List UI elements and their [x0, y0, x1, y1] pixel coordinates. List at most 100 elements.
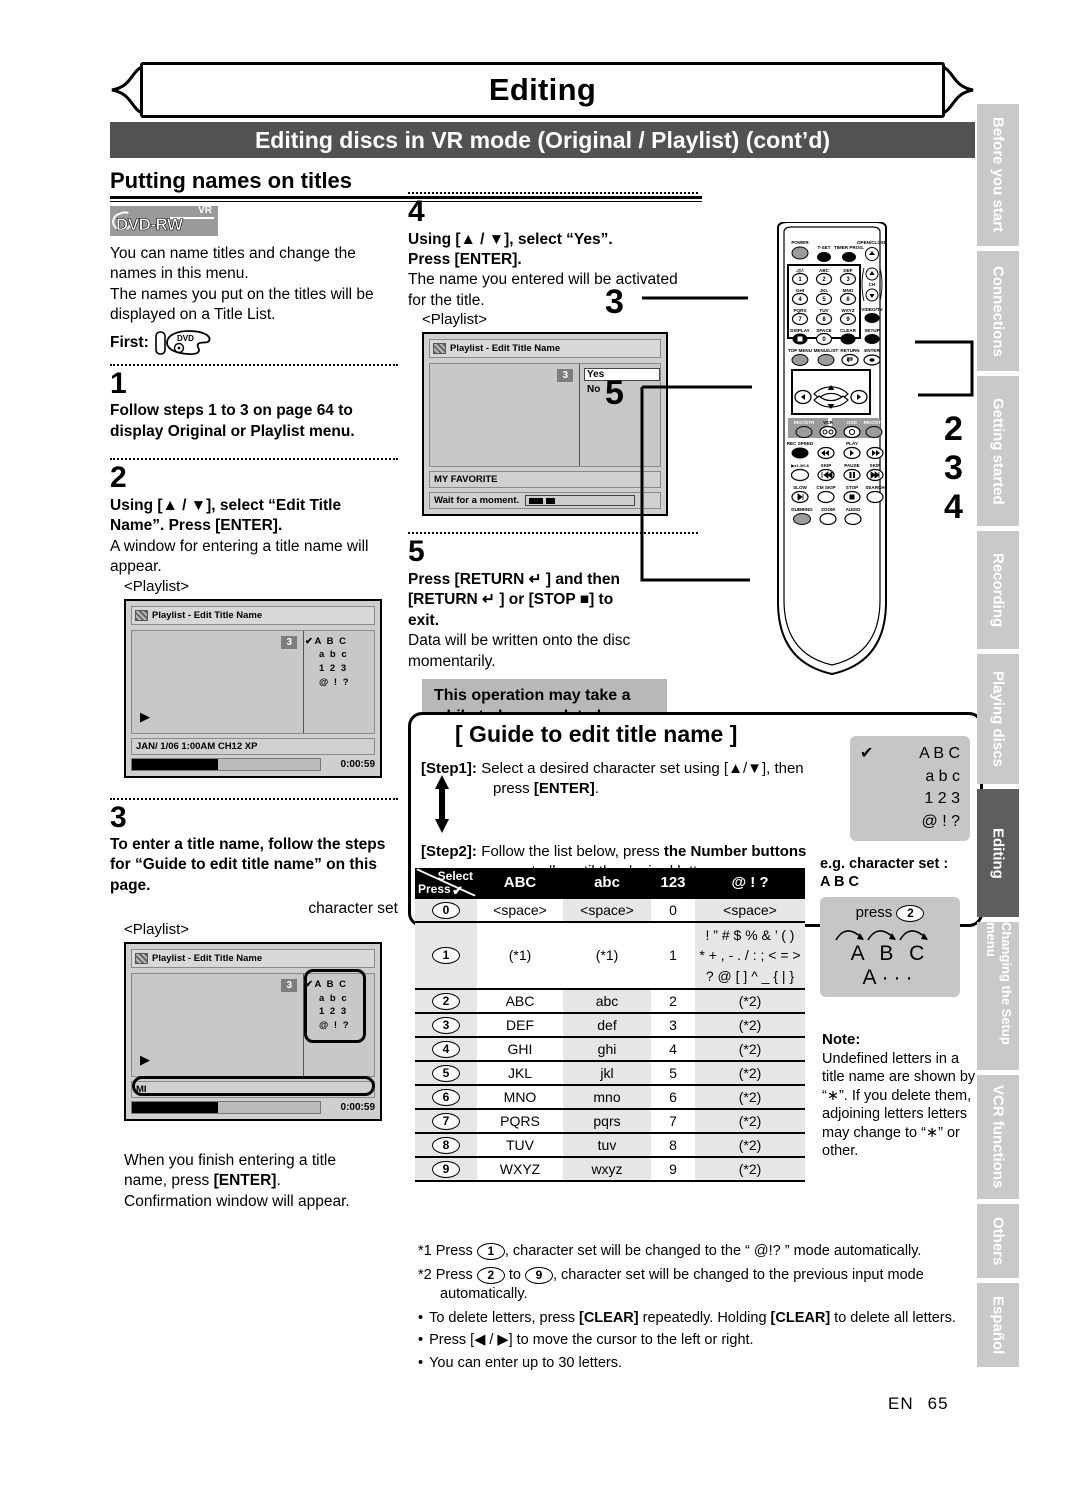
svg-text:STOP: STOP — [846, 485, 858, 490]
key-cell[interactable]: 3 — [415, 1011, 477, 1038]
screen-c-body: 3 Yes No — [429, 363, 661, 468]
screen-c-wait-row: Wait for a moment. — [429, 492, 661, 510]
step-5-bold-3: exit. — [408, 611, 440, 629]
key-cell[interactable]: 7 — [415, 1107, 477, 1134]
screen-a-progress: 0:00:59 — [131, 757, 375, 771]
key-cell[interactable]: 2 — [415, 987, 477, 1014]
cell-123: 1 — [651, 921, 695, 990]
guide-side-panel: ✔ A B C a b c 1 2 3 @ ! ? e.g. character… — [820, 736, 980, 998]
table-row: 8 TUV tuv 8 (*2) — [415, 1131, 805, 1158]
svg-text:DUBBING: DUBBING — [791, 507, 813, 512]
number-key-4: 4 — [432, 1040, 460, 1058]
bullet-1-clear-2: [CLEAR] — [770, 1309, 831, 1326]
key-cell[interactable]: 1 — [415, 921, 477, 990]
footnotes: *1 Press 1, character set will be change… — [418, 1242, 978, 1377]
key-cell[interactable]: 5 — [415, 1059, 477, 1086]
step-3-number: 3 — [110, 800, 127, 834]
bullet-dot: • — [418, 1332, 424, 1349]
table-row: 0 <space> <space> 0 <space> — [415, 897, 805, 923]
bullet-2-text: Press [◀ / ▶] to move the cursor to the … — [429, 1332, 754, 1349]
charset-row-0: ✔A B C — [305, 635, 348, 647]
divider-dotted-4 — [408, 192, 698, 194]
bullet-3: • You can enter up to 30 letters. — [418, 1354, 978, 1373]
input-area-highlight-box — [132, 1075, 375, 1096]
number-key-6: 6 — [432, 1088, 460, 1106]
bullet-1-mid: repeatedly. Holding — [638, 1309, 771, 1326]
bullet-1-end: to delete all letters. — [830, 1309, 956, 1326]
first-label: First: — [110, 333, 149, 351]
guide-step2-text-a: Follow the list below, press — [481, 843, 664, 860]
tab-espanol[interactable]: Español — [977, 1283, 1019, 1367]
tab-others[interactable]: Others — [977, 1204, 1019, 1278]
tab-connections[interactable]: Connections — [977, 251, 1019, 371]
cell-123: 2 — [651, 987, 695, 1014]
chapter-tabs: Before you start Connections Getting sta… — [977, 104, 1019, 1372]
number-key-2-inline: 2 — [476, 1266, 505, 1284]
charset-example-box: ✔ A B C a b c 1 2 3 @ ! ? — [850, 736, 970, 841]
footnote-2-a: *2 Press — [418, 1266, 477, 1283]
number-key-1: 1 — [432, 947, 460, 965]
tab-playing-discs[interactable]: Playing discs — [977, 654, 1019, 784]
grey-note-line-1: This operation may take a — [434, 687, 631, 705]
svg-text:MNO: MNO — [843, 288, 854, 293]
table-header-123: 123 — [651, 868, 695, 898]
tab-before-you-start[interactable]: Before you start — [977, 104, 1019, 246]
step-5-text: Data will be written onto the disc momen… — [408, 632, 631, 670]
charset-row-1: a b c — [319, 649, 349, 661]
key-cell[interactable]: 4 — [415, 1035, 477, 1062]
tab-changing-setup-menu[interactable]: Changing the Setup menu — [977, 922, 1019, 1070]
charset-example-row-1: a b c — [925, 767, 960, 785]
tab-vcr-functions[interactable]: VCR functions — [977, 1075, 1019, 1199]
callout-5-return: 5 — [605, 374, 624, 412]
symbols-line-2: * + , - . / : ; < = > — [699, 947, 801, 964]
table-corner-cell: Select ✔ Press — [415, 868, 477, 898]
step-1-number: 1 — [110, 366, 127, 400]
divider-dotted-1 — [110, 363, 398, 366]
bullet-dot: • — [418, 1355, 424, 1372]
key-cell[interactable]: 8 — [415, 1131, 477, 1158]
screen-b-progress: 0:00:59 — [131, 1100, 375, 1114]
bullet-1: • To delete letters, press [CLEAR] repea… — [418, 1309, 978, 1328]
option-no[interactable]: No — [584, 384, 603, 395]
callout-2-cursor: 2 — [944, 410, 963, 448]
page-footer: EN 65 — [888, 1394, 949, 1414]
cell-abc-lower: abc — [563, 987, 651, 1014]
table-row: 7 PQRS pqrs 7 (*2) — [415, 1107, 805, 1134]
key-cell[interactable]: 9 — [415, 1155, 477, 1182]
svg-text:SKIP: SKIP — [870, 463, 881, 468]
cell-123: 4 — [651, 1035, 695, 1062]
svg-text:REC SPEED: REC SPEED — [787, 441, 814, 446]
svg-text:DEF: DEF — [843, 268, 852, 273]
svg-text:SEARCH: SEARCH — [865, 485, 885, 490]
check-icon: ✔ — [860, 745, 874, 762]
footnote-1-a: *1 Press — [418, 1243, 477, 1259]
tab-recording[interactable]: Recording — [977, 531, 1019, 649]
svg-text:REC/OTR: REC/OTR — [794, 420, 815, 425]
manual-page: Editing Editing discs in VR mode (Origin… — [0, 0, 1080, 1491]
svg-text:DISPLAY: DISPLAY — [790, 328, 810, 333]
svg-text:.@/:: .@/: — [796, 268, 805, 273]
footnote-2-mid: to — [504, 1266, 525, 1283]
tail-enter-key: [ENTER] — [213, 1172, 277, 1190]
screen-a-preview: 3 ▶ — [132, 630, 304, 733]
key-cell[interactable]: 6 — [415, 1083, 477, 1110]
callout-4-enter: 4 — [944, 488, 963, 526]
cell-123: 8 — [651, 1131, 695, 1158]
number-key-9: 9 — [432, 1160, 460, 1178]
playlist-icon — [433, 343, 446, 355]
bullet-dot: • — [418, 1309, 424, 1326]
note-block: Note: Undefined letters in a title name … — [822, 1030, 980, 1161]
tab-editing[interactable]: Editing — [977, 789, 1019, 917]
corner-press-label: Press — [418, 882, 451, 896]
charset-example-row-0: ✔ A B C — [860, 743, 960, 766]
screen-a-titlebar: Playlist - Edit Title Name — [131, 605, 375, 625]
step-5-bold-2: [RETURN ↵ ] or [STOP ■] to — [408, 591, 614, 609]
key-cell[interactable]: 0 — [415, 897, 477, 923]
cell-abc-lower: pqrs — [563, 1107, 651, 1134]
cell-symbols: (*2) — [695, 1131, 805, 1158]
step-3-tail: When you finish entering a title name, p… — [124, 1151, 398, 1212]
bullet-1-a: To delete letters, press — [429, 1309, 579, 1326]
tab-getting-started[interactable]: Getting started — [977, 376, 1019, 526]
number-key-0: 0 — [432, 902, 460, 919]
cell-symbols: ! ” # $ % & ’ ( ) * + , - . / : ; < = > … — [695, 921, 805, 990]
